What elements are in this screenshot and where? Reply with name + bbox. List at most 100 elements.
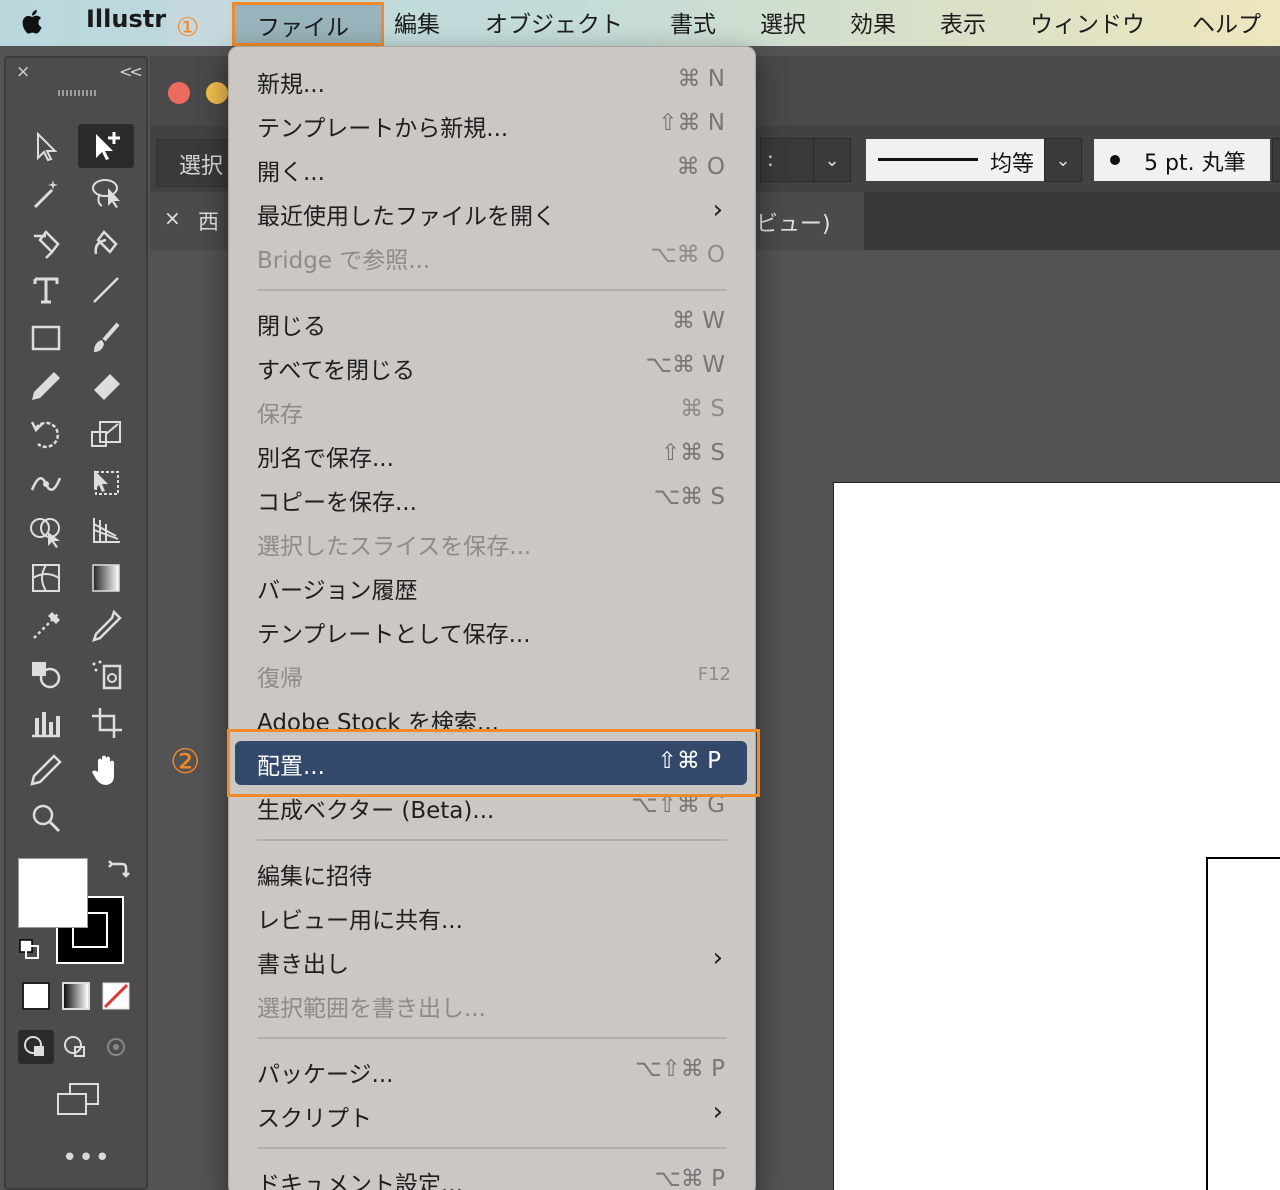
draw-behind-button[interactable]	[58, 1030, 94, 1064]
curvature-tool[interactable]	[78, 220, 134, 264]
chevron-down-icon[interactable]	[1272, 138, 1280, 182]
color-mode-button[interactable]	[22, 982, 50, 1010]
width-tool[interactable]	[18, 460, 74, 504]
mesh-tool[interactable]	[18, 556, 74, 600]
close-window-button[interactable]	[168, 82, 190, 104]
slice-tool[interactable]	[18, 748, 74, 792]
minimize-window-button[interactable]	[206, 82, 228, 104]
menu-item-open-recent[interactable]: 最近使用したファイルを開く ›	[229, 191, 757, 235]
menu-edit[interactable]: 編集	[394, 5, 440, 39]
stroke-profile-select[interactable]: 均等	[866, 139, 1044, 181]
close-icon[interactable]: ×	[16, 62, 30, 82]
close-tab-icon[interactable]: ×	[164, 206, 181, 230]
menu-item-save-copy[interactable]: コピーを保存... ⌥⌘ S	[229, 477, 757, 521]
menu-file[interactable]: ファイル	[232, 2, 384, 46]
direct-selection-tool[interactable]	[78, 124, 134, 168]
slice-icon	[30, 754, 62, 786]
menu-item-package[interactable]: パッケージ... ⌥⇧⌘ P	[229, 1049, 757, 1093]
artwork-frame[interactable]	[1206, 857, 1280, 1190]
eyedropper-tool[interactable]	[78, 604, 134, 648]
draw-inside-button[interactable]	[98, 1030, 134, 1064]
magic-wand-icon	[33, 180, 58, 209]
live-paint-bucket-tool[interactable]	[18, 652, 74, 696]
more-tools-icon[interactable]: •••	[62, 1143, 111, 1173]
menu-item-version-history[interactable]: バージョン履歴	[229, 565, 757, 609]
mesh-icon	[32, 564, 60, 592]
type-tool[interactable]	[18, 268, 74, 312]
menu-item-label: 保存	[257, 402, 303, 428]
menu-item-save-as[interactable]: 別名で保存... ⇧⌘ S	[229, 433, 757, 477]
scale-icon	[91, 421, 121, 447]
menu-object[interactable]: オブジェクト	[485, 5, 623, 39]
menu-item-new-from-template[interactable]: テンプレートから新規... ⇧⌘ N	[229, 103, 757, 147]
swap-colors-icon[interactable]	[108, 858, 130, 880]
blend-tool[interactable]	[18, 604, 74, 648]
menu-help[interactable]: ヘルプ	[1192, 5, 1261, 39]
panel-grip[interactable]	[58, 90, 98, 96]
column-graph-tool[interactable]	[18, 700, 74, 744]
menu-item-close[interactable]: 閉じる ⌘ W	[229, 301, 757, 345]
rectangle-tool[interactable]	[18, 316, 74, 360]
menu-item-document-setup[interactable]: ドキュメント設定... ⌥⌘ P	[229, 1159, 757, 1190]
chevron-down-icon[interactable]: ⌄	[1044, 138, 1082, 182]
menu-window[interactable]: ウィンドウ	[1030, 5, 1145, 39]
menu-item-invite-to-edit[interactable]: 編集に招待	[229, 851, 757, 895]
shortcut: ⌘ S	[680, 396, 725, 422]
scale-tool[interactable]	[78, 412, 134, 456]
fill-color-swatch[interactable]	[18, 858, 88, 928]
pen-icon	[34, 230, 60, 259]
menu-effect[interactable]: 効果	[850, 5, 896, 39]
screen-mode-icon[interactable]	[56, 1082, 100, 1116]
menu-item-label: 選択したスライスを保存...	[257, 534, 532, 560]
shortcut: F12	[697, 664, 731, 685]
draw-normal-button[interactable]	[18, 1030, 54, 1064]
pen-tool[interactable]	[18, 220, 74, 264]
line-tool[interactable]	[78, 268, 134, 312]
file-menu: 新規... ⌘ N テンプレートから新規... ⇧⌘ N 開く... ⌘ O 最近使用…	[228, 46, 756, 1190]
rotate-tool[interactable]	[18, 412, 74, 456]
none-mode-icon[interactable]	[102, 982, 130, 1010]
chevron-right-icon: ›	[712, 943, 723, 973]
free-transform-icon	[94, 470, 119, 495]
rectangle-icon	[31, 325, 61, 351]
menu-select[interactable]: 選択	[760, 5, 806, 39]
shape-builder-tool[interactable]	[18, 508, 74, 552]
perspective-grid-tool[interactable]	[78, 508, 134, 552]
zoom-tool[interactable]	[18, 796, 74, 840]
line-icon	[93, 277, 119, 303]
symbol-sprayer-icon	[92, 660, 122, 690]
menu-item-label: 復帰	[257, 666, 303, 692]
default-colors-icon[interactable]	[18, 938, 42, 962]
menu-item-save-as-template[interactable]: テンプレートとして保存...	[229, 609, 757, 653]
artboard-tool[interactable]	[78, 700, 134, 744]
eraser-tool[interactable]	[78, 364, 134, 408]
tab-title-suffix: ビュー)	[756, 212, 831, 237]
free-transform-tool[interactable]	[78, 460, 134, 504]
magic-wand-tool[interactable]	[18, 172, 74, 216]
symbol-sprayer-tool[interactable]	[78, 652, 134, 696]
hand-tool[interactable]	[78, 748, 134, 792]
menu-item-scripts[interactable]: スクリプト ›	[229, 1093, 757, 1137]
pencil-tool[interactable]	[18, 364, 74, 408]
shortcut: ⌥⇧⌘ P	[635, 1056, 725, 1082]
type-icon	[33, 277, 59, 304]
menu-view[interactable]: 表示	[940, 5, 986, 39]
lasso-tool[interactable]	[78, 172, 134, 216]
menu-item-new[interactable]: 新規... ⌘ N	[229, 59, 757, 103]
menu-type[interactable]: 書式	[670, 5, 716, 39]
paintbrush-tool[interactable]	[78, 316, 134, 360]
gradient-tool[interactable]	[78, 556, 134, 600]
menu-item-share-for-review[interactable]: レビュー用に共有...	[229, 895, 757, 939]
selection-tool[interactable]	[18, 124, 74, 168]
chevron-down-icon[interactable]: ⌄	[813, 138, 851, 182]
width-icon	[30, 477, 62, 491]
menu-item-open[interactable]: 開く... ⌘ O	[229, 147, 757, 191]
menu-item-export[interactable]: 書き出し ›	[229, 939, 757, 983]
collapse-icon[interactable]: <<	[119, 62, 143, 81]
brush-definition-select[interactable]: 5 pt. 丸筆	[1094, 139, 1270, 181]
menu-item-close-all[interactable]: すべてを閉じる ⌥⌘ W	[229, 345, 757, 389]
gradient-mode-button[interactable]	[62, 982, 90, 1010]
artboard[interactable]	[833, 482, 1280, 1190]
menu-item-label: 最近使用したファイルを開く	[257, 204, 556, 230]
brush-label: 5 pt. 丸筆	[1144, 151, 1246, 176]
